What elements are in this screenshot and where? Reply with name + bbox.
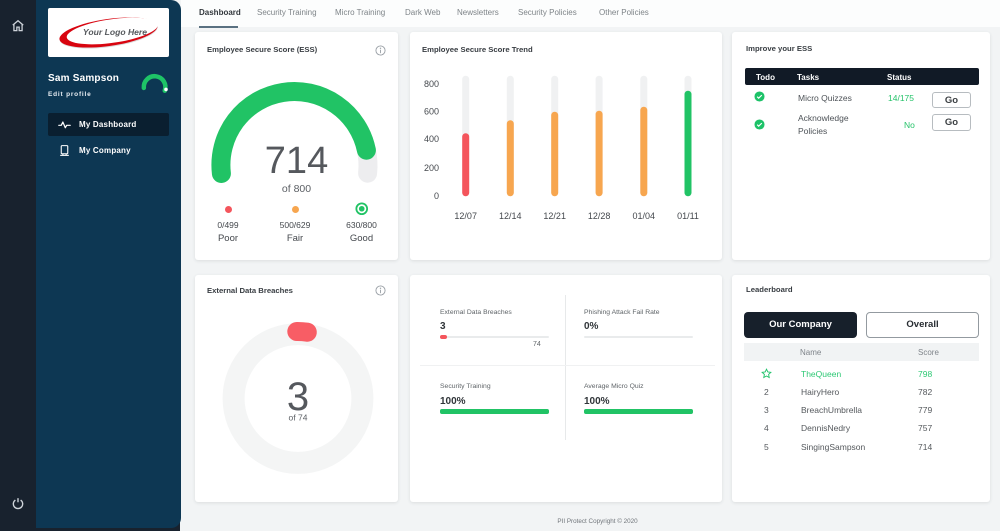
svg-text:0: 0 — [434, 191, 439, 201]
svg-text:01/11: 01/11 — [677, 211, 699, 221]
svg-text:12/28: 12/28 — [588, 211, 611, 221]
svg-text:Your Logo Here: Your Logo Here — [83, 27, 147, 37]
svg-text:800: 800 — [424, 79, 439, 89]
svg-text:01/04: 01/04 — [633, 211, 656, 221]
svg-text:400: 400 — [424, 134, 439, 144]
svg-text:12/21: 12/21 — [543, 211, 566, 221]
svg-text:of 74: of 74 — [289, 413, 308, 423]
svg-text:600: 600 — [424, 106, 439, 116]
svg-text:12/14: 12/14 — [499, 211, 522, 221]
svg-text:200: 200 — [424, 163, 439, 173]
svg-text:12/07: 12/07 — [454, 211, 477, 221]
